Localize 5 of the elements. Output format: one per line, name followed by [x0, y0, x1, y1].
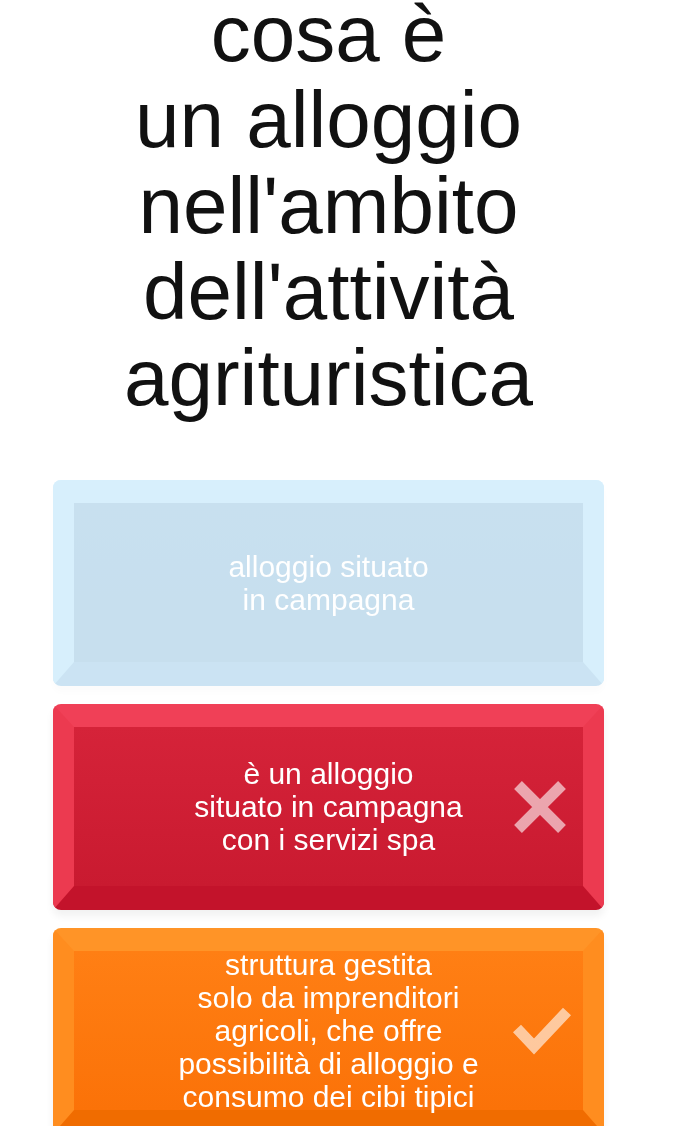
answer-button[interactable]: struttura gestita solo da imprenditori agricoli, che offre possibilità di alloggio e consumo dei cibi tipici: [53, 928, 604, 1126]
cross-icon: [514, 780, 566, 833]
check-icon: [512, 1006, 572, 1055]
answer-button[interactable]: è un alloggio situato in campagna con i servizi spa: [53, 704, 604, 910]
question-title: cosa è un alloggio nell'ambito dell'attività agrituristica: [123, 0, 534, 421]
